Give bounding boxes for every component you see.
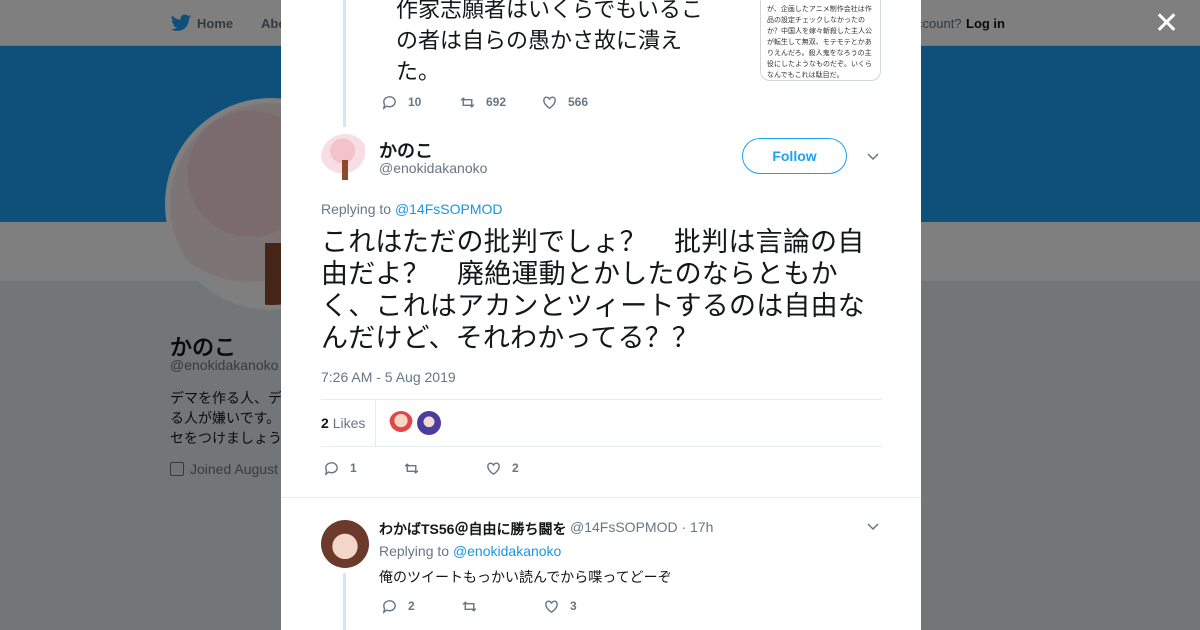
like-button[interactable]: 2 xyxy=(485,460,519,477)
close-icon[interactable]: ✕ xyxy=(1154,9,1179,39)
retweet-button[interactable] xyxy=(461,598,543,615)
reply-icon xyxy=(382,95,396,110)
reply-button[interactable]: 2 xyxy=(381,598,461,615)
avatar[interactable] xyxy=(321,134,369,182)
reply-age: · 17h xyxy=(681,519,714,535)
reply-count: 10 xyxy=(408,95,422,109)
replying-to-link[interactable]: @enokidakanoko xyxy=(453,543,561,559)
like-button[interactable]: 3 xyxy=(543,598,577,615)
tweet-stats: 2 Likes xyxy=(321,399,882,447)
like-button[interactable]: 566 xyxy=(541,94,588,111)
liker-avatar[interactable] xyxy=(417,411,441,435)
stats-divider xyxy=(375,400,376,447)
retweet-icon xyxy=(462,600,477,612)
avatar[interactable] xyxy=(321,520,369,568)
liker-avatar[interactable] xyxy=(389,411,413,435)
tweet-modal: 作家志願者はいくらでもいるこの者は自らの愚かさ故に潰えた。 が、企画したアニメ制… xyxy=(281,0,921,630)
prev-tweet-text: 作家志願者はいくらでもいるこの者は自らの愚かさ故に潰えた。 xyxy=(396,0,703,84)
reply-button[interactable]: 1 xyxy=(323,460,403,477)
reply-tweet-text: 俺のツイートもっかい読んでから喋ってどーぞ xyxy=(379,569,672,585)
like-count: 3 xyxy=(570,599,577,613)
reply-icon xyxy=(324,461,338,476)
follow-button[interactable]: Follow xyxy=(742,138,847,174)
retweet-count: 692 xyxy=(486,95,507,109)
retweet-button[interactable] xyxy=(403,460,485,477)
reply-icon xyxy=(382,599,396,614)
retweet-button[interactable]: 692 xyxy=(459,94,541,111)
reply-author-handle[interactable]: @14FsSOPMOD · 17h xyxy=(570,519,713,535)
replying-to-link[interactable]: @14FsSOPMOD xyxy=(395,201,503,217)
prev-tweet-image-text: が、企画したアニメ制作会社は作品の設定チェックしなかったのか？中国人を嫁々斬殺し… xyxy=(767,6,872,79)
chevron-down-icon[interactable] xyxy=(867,151,879,163)
author-handle[interactable]: @enokidakanoko xyxy=(379,160,487,176)
chevron-down-icon[interactable] xyxy=(867,521,879,533)
retweet-icon xyxy=(404,462,419,474)
thread-line xyxy=(343,573,346,630)
reply-author-name[interactable]: わかばTS56＠自由に勝ち闘を xyxy=(379,519,566,539)
like-count: 2 xyxy=(512,461,519,475)
thread-line xyxy=(343,0,346,127)
tweet-timestamp[interactable]: 7:26 AM - 5 Aug 2019 xyxy=(321,369,456,385)
tweet-text: これはただの批判でしょ？ 批判は言論の自由だよ？ 廃絶運動とかしたのならともかく… xyxy=(321,227,865,353)
like-count: 566 xyxy=(568,95,589,109)
likes-count[interactable]: 2 Likes xyxy=(321,415,365,431)
reply-count: 2 xyxy=(408,599,415,613)
reply-button[interactable]: 10 xyxy=(381,94,459,111)
prev-tweet-image[interactable]: が、企画したアニメ制作会社は作品の設定チェックしなかったのか？中国人を嫁々斬殺し… xyxy=(760,0,881,81)
heart-icon xyxy=(487,461,500,475)
reply-count: 1 xyxy=(350,461,357,475)
divider xyxy=(281,497,921,498)
reply-replying-to: Replying to @enokidakanoko xyxy=(379,543,562,559)
heart-icon xyxy=(545,599,558,613)
reply-tweet-actions: 2 3 xyxy=(381,596,577,616)
main-tweet-actions: 1 2 xyxy=(323,458,519,478)
replying-to: Replying to @14FsSOPMOD xyxy=(321,201,503,217)
prev-tweet-actions: 10 692 566 xyxy=(381,92,588,112)
heart-icon xyxy=(543,95,556,109)
retweet-icon xyxy=(460,96,475,108)
